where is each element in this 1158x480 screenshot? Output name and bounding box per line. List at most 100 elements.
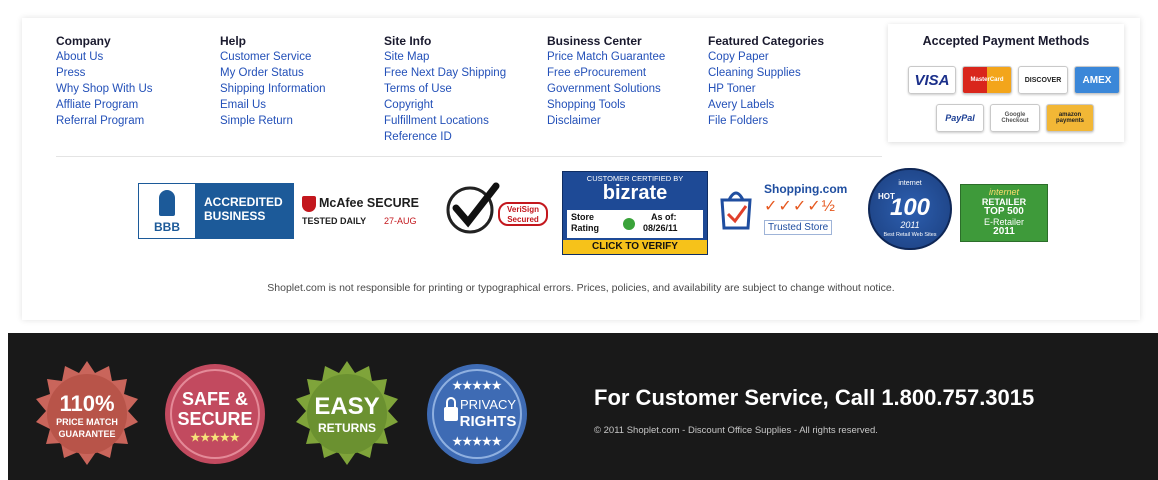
verisign-checkmark-icon — [446, 182, 500, 234]
easy-returns-seal-icon[interactable]: EASY RETURNS — [292, 359, 402, 469]
mastercard-icon: MasterCard — [962, 66, 1012, 94]
link-cleaning-supplies[interactable]: Cleaning Supplies — [708, 65, 824, 81]
payment-methods-box: Accepted Payment Methods VISA MasterCard… — [888, 24, 1124, 142]
safe-seal-stars: ★★★★★ — [190, 432, 240, 444]
bizrate-date: 08/26/11 — [643, 223, 678, 233]
column-help: Help Customer Service My Order Status Sh… — [220, 34, 325, 129]
copyright-text: © 2011 Shoplet.com - Discount Office Sup… — [594, 425, 878, 436]
column-title: Business Center — [547, 34, 642, 48]
link-copyright[interactable]: Copyright — [384, 97, 506, 113]
internet-retailer-badge[interactable]: internet RETAILER TOP 500 E-Retailer 201… — [960, 184, 1048, 242]
safe-secure-seal-icon[interactable]: SAFE & SECURE ★★★★★ — [160, 359, 270, 469]
paypal-icon: PayPal — [936, 104, 984, 132]
link-fulfillment[interactable]: Fulfillment Locations — [384, 113, 506, 129]
bizrate-rating2: Rating — [571, 223, 599, 233]
link-terms[interactable]: Terms of Use — [384, 81, 506, 97]
privacy-seal-stars-bottom: ★★★★★ — [452, 436, 502, 448]
bbb-torch-icon: BBB — [138, 183, 196, 239]
price-seal-l1: 110% — [59, 391, 115, 416]
bbb-line1: ACCREDITED — [204, 195, 283, 209]
verisign-secured-badge[interactable]: VeriSign Secured — [442, 180, 552, 240]
bizrate-rating1: Store — [571, 212, 595, 222]
link-press[interactable]: Press — [56, 65, 153, 81]
link-reference-id[interactable]: Reference ID — [384, 129, 506, 145]
link-hp-toner[interactable]: HP Toner — [708, 81, 824, 97]
footer-links-panel: Company About Us Press Why Shop With Us … — [22, 18, 1140, 320]
bizrate-badge[interactable]: CUSTOMER CERTIFIED BY bizrate Store Rati… — [562, 171, 708, 255]
hot100-top: internet — [898, 180, 922, 187]
verisign-line2: Secured — [507, 215, 539, 224]
bizrate-brand: bizrate — [602, 182, 668, 204]
retailer-l1: internet — [988, 187, 1020, 197]
link-disclaimer[interactable]: Disclaimer — [547, 113, 665, 129]
bizrate-smiley-icon — [623, 218, 635, 230]
link-copy-paper[interactable]: Copy Paper — [708, 49, 824, 65]
mcafee-tested: TESTED DAILY — [302, 216, 367, 226]
dark-footer: 110% PRICE MATCH GUARANTEE SAFE & SECURE… — [8, 333, 1158, 480]
shopping-checks-icon: ✓✓✓✓½ — [764, 198, 836, 215]
link-avery-labels[interactable]: Avery Labels — [708, 97, 824, 113]
hot-100-badge[interactable]: internet HOT 100 2011 Best Retail Web Si… — [868, 168, 952, 250]
amazon-payments-icon: amazon payments — [1046, 104, 1094, 132]
shopping-bag-icon — [720, 191, 752, 230]
link-affiliate[interactable]: Affliate Program — [56, 97, 153, 113]
column-title: Featured Categories — [708, 34, 825, 48]
bbb-accredited-badge[interactable]: BBB ACCREDITED BUSINESS — [138, 183, 294, 239]
link-referral[interactable]: Referral Program — [56, 113, 153, 129]
disclaimer-text: Shoplet.com is not responsible for print… — [267, 282, 895, 294]
price-seal-l2: PRICE MATCH — [56, 417, 118, 427]
google-checkout-icon: Google Checkout — [990, 104, 1040, 132]
safe-seal-l2: SECURE — [177, 409, 253, 429]
column-title: Company — [56, 34, 111, 48]
payment-title: Accepted Payment Methods — [922, 34, 1090, 48]
hot100-year: 2011 — [900, 220, 920, 230]
verisign-line1: VeriSign — [506, 205, 539, 214]
bbb-line2: BUSINESS — [204, 209, 266, 223]
link-government[interactable]: Government Solutions — [547, 81, 665, 97]
mcafee-date: 27-AUG — [384, 216, 417, 226]
hot100-sub: Best Retail Web Sites — [883, 232, 937, 238]
column-site-info: Site Info Site Map Free Next Day Shippin… — [384, 34, 506, 145]
easy-seal-l2: RETURNS — [317, 421, 376, 435]
visa-card-icon: VISA — [908, 66, 956, 94]
hot100-num: 100 — [889, 194, 931, 221]
column-title: Site Info — [384, 34, 432, 48]
privacy-seal-stars: ★★★★★ — [452, 380, 502, 392]
link-eprocurement[interactable]: Free eProcurement — [547, 65, 665, 81]
privacy-seal-l1: PRIVACY — [459, 397, 517, 412]
column-business-center: Business Center Price Match Guarantee Fr… — [547, 34, 665, 129]
mcafee-shield-icon — [302, 196, 316, 212]
mcafee-name: McAfee SECURE — [319, 196, 420, 210]
price-seal-l3: GUARANTEE — [58, 429, 116, 439]
link-customer-service[interactable]: Customer Service — [220, 49, 325, 65]
mcafee-secure-badge[interactable]: McAfee SECURE TESTED DAILY 27-AUG — [302, 196, 432, 232]
privacy-rights-seal-icon[interactable]: ★★★★★ PRIVACY RIGHTS ★★★★★ — [422, 359, 532, 469]
link-why-shop[interactable]: Why Shop With Us — [56, 81, 153, 97]
safe-seal-l1: SAFE & — [181, 389, 248, 409]
column-title: Help — [220, 34, 247, 48]
link-about-us[interactable]: About Us — [56, 49, 153, 65]
column-featured: Featured Categories Copy Paper Cleaning … — [708, 34, 824, 129]
shopping-com-trusted-badge[interactable]: Shopping.com ✓✓✓✓½ Trusted Store — [718, 180, 858, 240]
link-shopping-tools[interactable]: Shopping Tools — [547, 97, 665, 113]
customer-service-phone: For Customer Service, Call 1.800.757.301… — [594, 385, 1035, 410]
shopping-trusted: Trusted Store — [764, 220, 833, 235]
amex-card-icon: AMEX — [1074, 66, 1120, 94]
price-match-seal-icon[interactable]: 110% PRICE MATCH GUARANTEE — [32, 359, 142, 469]
link-simple-return[interactable]: Simple Return — [220, 113, 325, 129]
link-site-map[interactable]: Site Map — [384, 49, 506, 65]
discover-card-icon: DISCOVER — [1018, 66, 1068, 94]
site-links: Company About Us Press Why Shop With Us … — [56, 30, 882, 157]
link-order-status[interactable]: My Order Status — [220, 65, 325, 81]
link-free-shipping[interactable]: Free Next Day Shipping — [384, 65, 506, 81]
easy-seal-l1: EASY — [314, 393, 380, 420]
retailer-l3: TOP 500 — [984, 206, 1024, 217]
retailer-l5: 2011 — [993, 226, 1015, 237]
link-price-match[interactable]: Price Match Guarantee — [547, 49, 665, 65]
privacy-seal-l2: RIGHTS — [459, 413, 517, 430]
link-file-folders[interactable]: File Folders — [708, 113, 824, 129]
link-shipping-info[interactable]: Shipping Information — [220, 81, 325, 97]
bizrate-verify-link[interactable]: CLICK TO VERIFY — [563, 240, 707, 254]
link-email-us[interactable]: Email Us — [220, 97, 325, 113]
bizrate-asof: As of: — [651, 212, 677, 222]
